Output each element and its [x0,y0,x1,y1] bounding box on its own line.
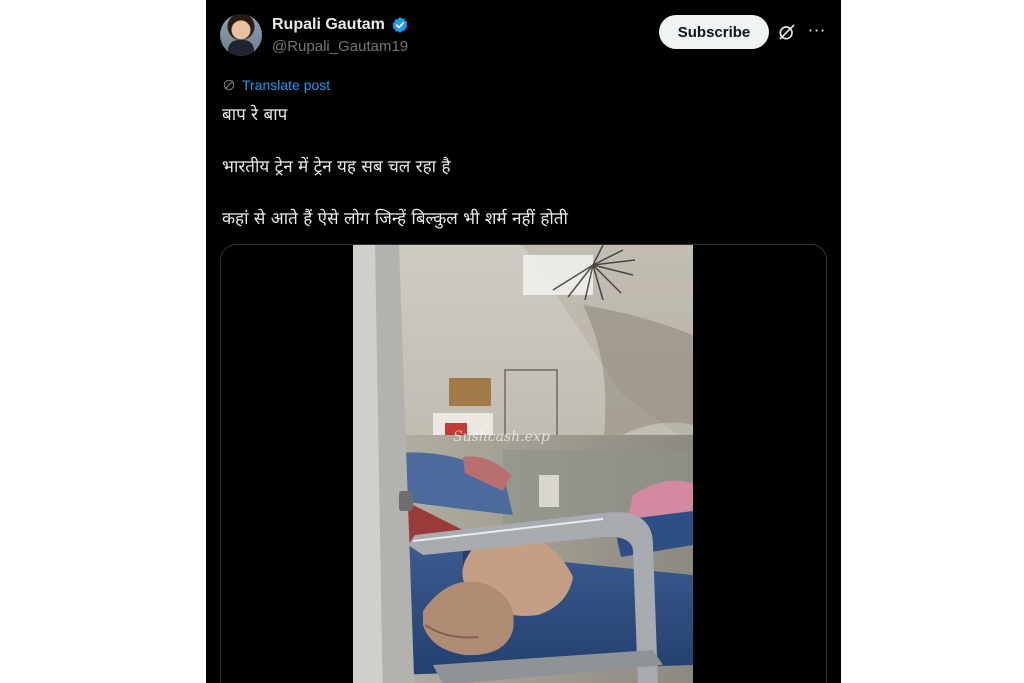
translate-label: Translate post [242,77,331,93]
avatar[interactable] [220,14,262,56]
author-handle[interactable]: @Rupali_Gautam19 [272,38,408,55]
tweet-text-line: भारतीय ट्रेन में ट्रेन यह सब चल रहा है [222,157,451,177]
video-watermark: Sushcash.exp [453,429,550,445]
video-frame[interactable]: Sushcash.exp [353,245,693,683]
tweet-text-line: कहां से आते हैं ऐसे लोग जिन्हें बिल्कुल … [222,209,568,229]
translate-link[interactable]: Translate post [222,77,330,93]
post-card: Rupali Gautam @Rupali_Gautam19 Subscribe… [206,0,841,683]
video-thumbnail: Sushcash.exp [353,245,693,683]
video-player[interactable]: Sushcash.exp [220,244,827,683]
subscribe-button[interactable]: Subscribe [659,15,769,49]
more-icon[interactable]: ··· [806,20,828,42]
verified-badge-icon [392,17,408,33]
grok-icon[interactable] [777,22,797,42]
author-name[interactable]: Rupali Gautam [272,16,385,34]
translate-icon [223,79,235,91]
tweet-text-line: बाप रे बाप [222,105,288,125]
